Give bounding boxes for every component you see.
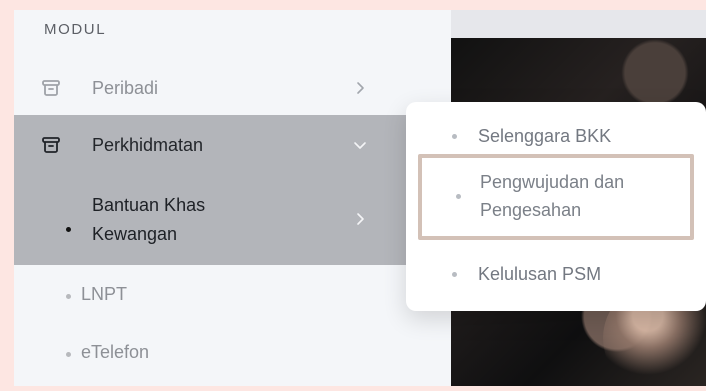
archive-icon bbox=[41, 135, 61, 155]
sidebar-item-lnpt[interactable]: LNPT bbox=[14, 270, 406, 322]
sidebar-item-label: eTelefon bbox=[81, 342, 150, 362]
bullet-icon bbox=[452, 134, 457, 139]
sidebar: MODUL Peribadi Perkhidmatan Bantuan Khas… bbox=[14, 10, 406, 386]
sidebar-item-label: Peribadi bbox=[92, 77, 159, 98]
content-topbar bbox=[451, 10, 706, 38]
submenu-item-label: Selenggara BKK bbox=[478, 126, 612, 146]
submenu-item-kelulusan-psm[interactable]: Kelulusan PSM bbox=[406, 260, 706, 292]
sidebar-item-bantuan-khas-kewangan[interactable]: Bantuan Khas Kewangan bbox=[14, 175, 406, 265]
sidebar-item-etelefon[interactable]: eTelefon bbox=[14, 328, 406, 380]
sidebar-item-peribadi[interactable]: Peribadi bbox=[14, 62, 406, 114]
sidebar-item-label: Perkhidmatan bbox=[92, 134, 204, 155]
bullet-icon bbox=[456, 194, 461, 199]
submenu-item-label: Pengwujudan dan Pengesahan bbox=[480, 172, 625, 220]
app-frame: MODUL Peribadi Perkhidmatan Bantuan Khas… bbox=[14, 10, 706, 386]
sidebar-item-label: LNPT bbox=[81, 284, 128, 304]
bullet-icon bbox=[66, 294, 71, 299]
submenu-popover: Selenggara BKK Pengwujudan dan Pengesaha… bbox=[406, 102, 706, 311]
submenu-item-label: Kelulusan PSM bbox=[478, 264, 602, 284]
submenu-item-pengwujudan-dan-pengesahan[interactable]: Pengwujudan dan Pengesahan bbox=[418, 154, 694, 240]
bullet-icon bbox=[452, 272, 457, 277]
sidebar-item-label: Bantuan Khas Kewangan bbox=[92, 195, 206, 244]
bullet-icon bbox=[66, 227, 71, 232]
chevron-down-icon bbox=[352, 137, 368, 153]
sidebar-section-title: MODUL bbox=[44, 21, 107, 38]
submenu-item-selenggara-bkk[interactable]: Selenggara BKK bbox=[406, 122, 706, 154]
sidebar-item-perkhidmatan[interactable]: Perkhidmatan bbox=[14, 115, 406, 175]
archive-icon bbox=[41, 78, 61, 98]
chevron-right-icon bbox=[352, 211, 368, 227]
chevron-right-icon bbox=[352, 80, 368, 96]
bullet-icon bbox=[66, 352, 71, 357]
